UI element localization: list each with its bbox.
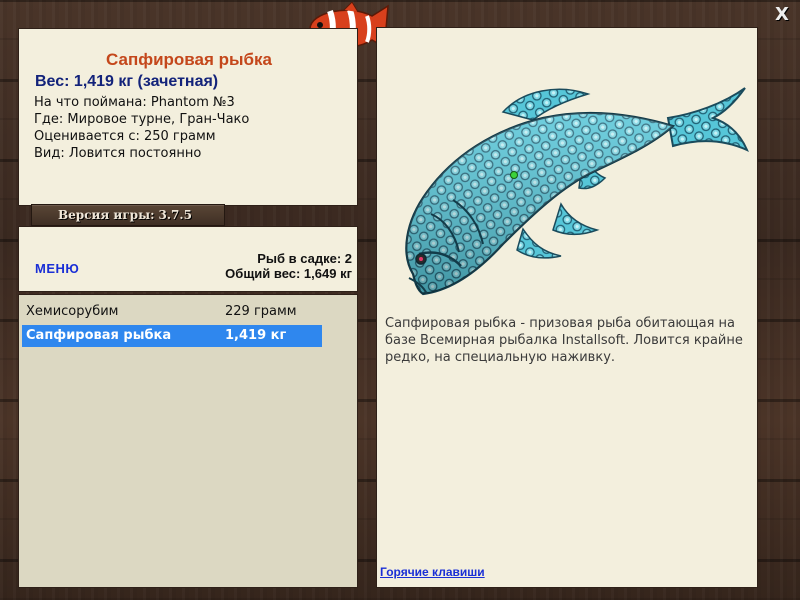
catch-count: Рыб в садке: 2 (257, 251, 352, 266)
menu-button[interactable]: МЕНЮ (35, 261, 79, 276)
info-bait: На что поймана: Phantom №3 (34, 95, 235, 110)
version-banner: Версия игры: 3.7.5 (31, 204, 225, 226)
list-item-name: Хемисорубим (26, 304, 119, 319)
catch-list: Хемисорубим 229 грамм Сапфировая рыбка 1… (18, 294, 358, 588)
fish-description: Сапфировая рыбка - призовая рыба обитающ… (385, 316, 743, 365)
list-item-weight: 229 грамм (225, 304, 297, 319)
close-button[interactable]: X (770, 4, 794, 26)
fish-detail-panel: Сапфировая рыбка - призовая рыба обитающ… (376, 27, 758, 588)
list-item-weight: 1,419 кг (225, 328, 287, 343)
sapphire-fish-illustration (405, 87, 749, 296)
catch-stats-card: МЕНЮ Рыб в садке: 2 Общий вес: 1,649 кг (18, 226, 358, 292)
list-item-name: Сапфировая рыбка (26, 328, 172, 343)
info-availability: Вид: Ловится постоянно (34, 146, 202, 161)
catch-total-weight: Общий вес: 1,649 кг (225, 266, 352, 281)
list-item[interactable]: Хемисорубим 229 грамм (22, 301, 322, 323)
hotkeys-link[interactable]: Горячие клавиши (380, 565, 485, 579)
fish-weight: Вес: 1,419 кг (зачетная) (35, 73, 219, 90)
version-value: 3.7.5 (158, 208, 192, 222)
info-location: Где: Мировое турне, Гран-Чако (34, 112, 250, 127)
version-label: Версия игры: (58, 208, 155, 222)
list-item-selected[interactable]: Сапфировая рыбка 1,419 кг (22, 325, 322, 347)
close-icon: X (775, 4, 789, 25)
fish-info-card: Сапфировая рыбка Вес: 1,419 кг (зачетная… (18, 28, 358, 206)
fish-title: Сапфировая рыбка (106, 50, 272, 69)
info-min-weight: Оценивается с: 250 грамм (34, 129, 216, 144)
